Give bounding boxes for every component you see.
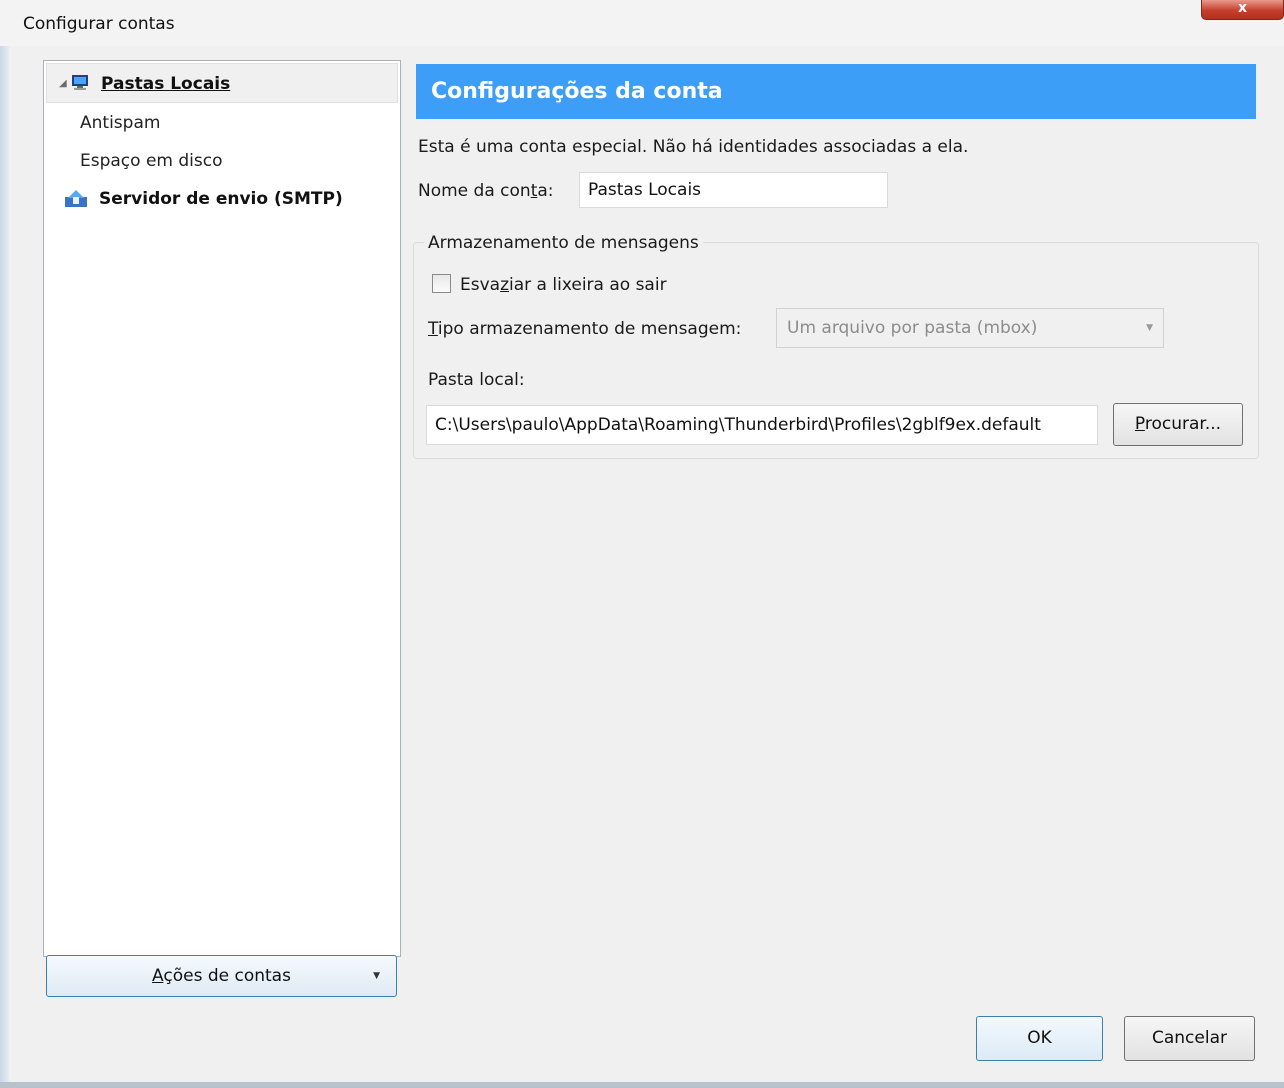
- computer-icon: [72, 75, 88, 90]
- message-storage-legend: Armazenamento de mensagens: [424, 233, 703, 253]
- window-bottom-border: [0, 1082, 1284, 1088]
- account-name-label: Nome da conta:: [418, 181, 554, 201]
- window-title: Configurar contas: [23, 14, 175, 34]
- tree-item-pastas-locais[interactable]: ◢ Pastas Locais: [46, 63, 398, 103]
- account-tree[interactable]: ◢ Pastas Locais Antispam Espaço em disco…: [43, 60, 401, 957]
- outgoing-server-icon: [65, 190, 87, 207]
- account-actions-button[interactable]: Ações de contas ▼: [46, 955, 397, 997]
- empty-trash-checkbox[interactable]: [432, 274, 451, 293]
- local-dir-input[interactable]: C:\Users\paulo\AppData\Roaming\Thunderbi…: [426, 405, 1098, 445]
- tree-item-label: Servidor de envio (SMTP): [99, 189, 343, 209]
- account-actions-label: Ações de contas: [152, 966, 291, 986]
- dropdown-arrow-icon: ▼: [1146, 323, 1153, 333]
- tree-item-label: Espaço em disco: [80, 151, 223, 171]
- title-bar: Configurar contas x: [0, 0, 1284, 46]
- settings-header: Configurações da conta: [416, 64, 1256, 119]
- expand-triangle-icon[interactable]: ◢: [59, 64, 67, 104]
- account-name-input[interactable]: Pastas Locais: [579, 172, 888, 208]
- local-dir-label: Pasta local:: [428, 370, 525, 390]
- tree-item-label: Pastas Locais: [101, 74, 231, 94]
- browse-button[interactable]: Procurar...: [1113, 403, 1243, 446]
- store-type-value: Um arquivo por pasta (mbox): [787, 318, 1038, 338]
- account-description: Esta é uma conta especial. Não há identi…: [418, 137, 969, 157]
- close-button[interactable]: x: [1201, 0, 1284, 20]
- cancel-button[interactable]: Cancelar: [1124, 1016, 1255, 1061]
- window-left-border: [0, 46, 9, 1088]
- store-type-label: Tipo armazenamento de mensagem:: [428, 319, 742, 339]
- store-type-select[interactable]: Um arquivo por pasta (mbox) ▼: [776, 308, 1164, 348]
- dropdown-arrow-icon: ▼: [373, 971, 380, 981]
- tree-item-label: Antispam: [80, 113, 161, 133]
- account-settings-window: Configurar contas x ◢ Pastas Locais Anti…: [0, 0, 1284, 1088]
- empty-trash-label[interactable]: Esvaziar a lixeira ao sair: [460, 275, 667, 295]
- close-icon: x: [1237, 0, 1248, 16]
- browse-label: Procurar...: [1134, 414, 1222, 434]
- ok-button[interactable]: OK: [976, 1016, 1103, 1061]
